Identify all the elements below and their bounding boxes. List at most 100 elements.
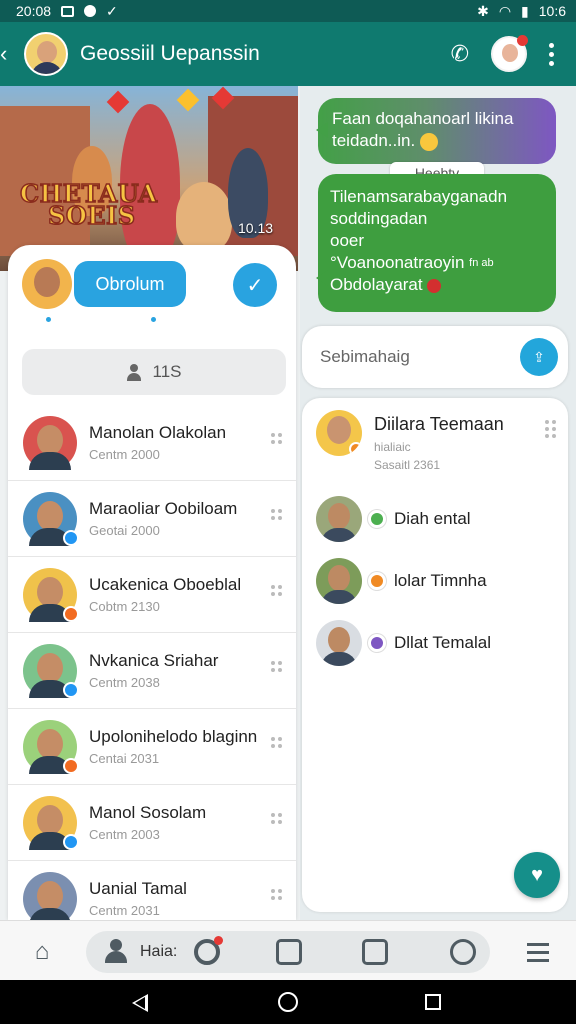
user-avatar[interactable] bbox=[491, 35, 528, 72]
contact-subtitle: Centm 2038 bbox=[89, 675, 160, 690]
drag-handle-icon[interactable] bbox=[271, 509, 282, 520]
wifi-icon: ◠ bbox=[498, 2, 512, 19]
friends-card-header[interactable]: Diilara Teemaan hialiaic Sasaitl 2361 bbox=[316, 410, 556, 480]
contact-status-badge bbox=[63, 757, 79, 774]
member-count-bar[interactable]: 11S bbox=[22, 349, 286, 395]
friend-status-icon bbox=[368, 510, 386, 528]
emoji-icon[interactable] bbox=[450, 939, 476, 965]
notification-dot bbox=[517, 35, 528, 46]
contact-avatar bbox=[23, 719, 79, 774]
friend-avatar bbox=[316, 496, 362, 542]
contact-avatar bbox=[23, 567, 79, 622]
message-bubble[interactable]: Faan doqahanoarl likina teidadn..in. bbox=[316, 98, 556, 164]
message-text: °Voanoonatraoyin bbox=[330, 253, 465, 272]
contact-avatar bbox=[23, 643, 79, 698]
profile-icon[interactable] bbox=[104, 939, 128, 963]
back-arrow-icon[interactable]: ‹ bbox=[0, 41, 22, 67]
chat-button[interactable]: Obrolum bbox=[74, 261, 186, 307]
contact-row[interactable]: Maraoliar Oobiloam Geotai 2000 bbox=[8, 481, 296, 557]
contact-name: Upolonihelodo blaginn bbox=[89, 727, 258, 746]
bunting-flag bbox=[106, 90, 130, 114]
contact-subtitle: Centm 2003 bbox=[89, 827, 160, 842]
friend-name: Dllat Temalal bbox=[394, 633, 492, 652]
contact-row[interactable]: Ucakenica Oboeblal Cobtm 2130 bbox=[8, 557, 296, 633]
profile-avatar[interactable] bbox=[22, 259, 72, 309]
contact-row[interactable]: Manol Sosolam Centm 2003 bbox=[8, 785, 296, 861]
contact-row[interactable]: Nvkanica Sriahar Centm 2038 bbox=[8, 633, 296, 709]
friends-card: Diilara Teemaan hialiaic Sasaitl 2361 Di… bbox=[302, 398, 568, 912]
heart-fab-icon[interactable]: ♥ bbox=[514, 852, 560, 898]
system-back-icon[interactable] bbox=[132, 994, 148, 1012]
message-text: soddingadan bbox=[330, 209, 428, 228]
camera-icon[interactable] bbox=[194, 936, 223, 965]
app-notification-icon bbox=[84, 5, 97, 17]
friend-status-icon bbox=[368, 572, 386, 590]
contact-status-badge bbox=[63, 833, 79, 850]
friend-row[interactable]: Diah ental bbox=[316, 494, 556, 544]
hero-timestamp: 10.13 bbox=[238, 220, 274, 236]
contact-subtitle: Cobtm 2130 bbox=[89, 599, 160, 614]
contact-name: Manol Sosolam bbox=[89, 803, 207, 822]
contact-name: Maraoliar Oobiloam bbox=[89, 499, 238, 518]
friend-name: lolar Timnha bbox=[394, 571, 487, 590]
drag-handle-icon[interactable] bbox=[271, 433, 282, 444]
battery-time: 10:6 bbox=[538, 3, 566, 19]
chat-avatar[interactable] bbox=[24, 32, 68, 76]
home-icon[interactable]: ⌂ bbox=[28, 938, 56, 965]
contact-status-badge bbox=[63, 529, 79, 546]
contact-status-badge bbox=[63, 681, 79, 698]
upload-icon[interactable]: ⇪ bbox=[520, 338, 558, 376]
message-text: ooer bbox=[330, 231, 365, 250]
drag-handle-icon[interactable] bbox=[271, 661, 282, 672]
member-count: 11S bbox=[152, 362, 182, 381]
heart-icon bbox=[427, 278, 442, 293]
contact-status-badge bbox=[63, 605, 79, 622]
kid-illustration bbox=[176, 182, 232, 252]
bunting-flag bbox=[176, 88, 200, 112]
friend-row[interactable]: Dllat Temalal bbox=[316, 618, 556, 668]
nav-pill: Haia: bbox=[86, 931, 490, 973]
indicator-dot bbox=[46, 317, 51, 322]
inbox-icon[interactable] bbox=[362, 939, 388, 965]
nav-label: Haia: bbox=[140, 943, 178, 960]
system-recents-icon[interactable] bbox=[425, 994, 441, 1010]
friend-row[interactable]: lolar Timnha bbox=[316, 556, 556, 606]
drag-handle-icon[interactable] bbox=[271, 585, 282, 596]
contact-subtitle: Centm 2000 bbox=[89, 447, 160, 462]
drag-handle-icon[interactable] bbox=[271, 813, 282, 824]
drag-handle-icon[interactable] bbox=[545, 420, 556, 438]
person-icon bbox=[126, 364, 141, 381]
gallery-icon[interactable] bbox=[276, 939, 302, 965]
contact-row[interactable]: Upolonihelodo blaginn Centai 2031 bbox=[8, 709, 296, 785]
contact-row[interactable]: Manolan Olakolan Centm 2000 bbox=[8, 405, 296, 481]
drag-handle-icon[interactable] bbox=[271, 889, 282, 900]
menu-icon[interactable] bbox=[524, 939, 552, 965]
notification-icon bbox=[61, 5, 75, 17]
friend-avatar bbox=[316, 410, 362, 456]
friends-card-title: Diilara Teemaan bbox=[374, 414, 504, 434]
contact-row[interactable]: Uanial Tamal Centm 2031 bbox=[8, 861, 296, 920]
status-time: 20:08 bbox=[16, 3, 52, 19]
message-text: Obdolayarat bbox=[330, 275, 423, 294]
friend-status-icon bbox=[368, 634, 386, 652]
message-bubble[interactable]: Tilenamsarabayganadn soddingadan ooer °V… bbox=[316, 174, 556, 312]
contact-subtitle: Centm 2031 bbox=[89, 903, 160, 918]
more-options-icon[interactable] bbox=[549, 42, 554, 66]
search-input[interactable] bbox=[320, 347, 500, 367]
indicator-dot bbox=[151, 317, 156, 322]
contact-name: Nvkanica Sriahar bbox=[89, 651, 219, 670]
contact-avatar bbox=[23, 491, 79, 546]
contact-name: Ucakenica Oboeblal bbox=[89, 575, 242, 594]
message-superscript: fn ab bbox=[469, 257, 494, 269]
phone-call-icon[interactable]: ✆ bbox=[451, 41, 469, 67]
chat-title: Geossiil Uepanssin bbox=[80, 42, 260, 65]
hero-image[interactable]: CHETAUA SOEIS 10.13 bbox=[0, 86, 298, 271]
check-icon: ✓ bbox=[106, 2, 118, 19]
system-home-icon[interactable] bbox=[278, 992, 298, 1012]
search-box: ⇪ bbox=[302, 326, 568, 388]
check-action-icon[interactable]: ✓ bbox=[233, 263, 277, 307]
message-text: teidadn..in. bbox=[332, 131, 416, 150]
drag-handle-icon[interactable] bbox=[271, 737, 282, 748]
contact-subtitle: Centai 2031 bbox=[89, 751, 160, 766]
signal-icon: ▮ bbox=[521, 2, 529, 19]
